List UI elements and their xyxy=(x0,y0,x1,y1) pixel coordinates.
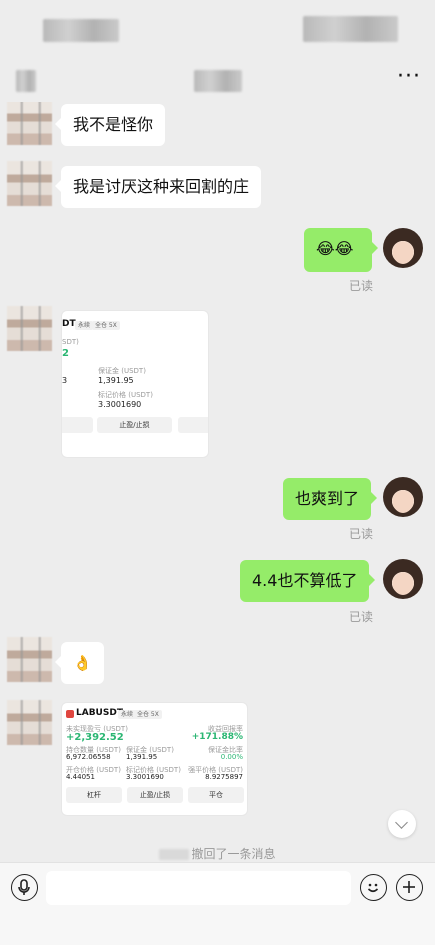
avatar[interactable] xyxy=(7,637,52,682)
avatar[interactable] xyxy=(7,102,52,145)
avatar[interactable] xyxy=(7,700,52,745)
blurred-status-icons xyxy=(303,16,398,42)
message-bubble[interactable]: 我不是怪你 xyxy=(54,104,166,146)
emoji-icon[interactable] xyxy=(360,874,387,901)
avatar[interactable] xyxy=(7,306,52,351)
message-bubble[interactable]: 👌 xyxy=(55,642,104,684)
back-button[interactable] xyxy=(16,70,36,92)
read-receipt: 已读 xyxy=(349,527,374,541)
avatar[interactable] xyxy=(383,228,423,268)
input-bar xyxy=(0,862,435,945)
avatar[interactable] xyxy=(7,161,52,206)
avatar[interactable] xyxy=(383,559,423,599)
chat-title xyxy=(194,70,242,92)
read-receipt: 已读 xyxy=(349,610,374,624)
plus-icon[interactable] xyxy=(396,874,423,901)
status-bar xyxy=(0,0,435,60)
message-list[interactable]: 我不是怪你 我是讨厌这种来回割的庄 😂😂 已读 DT 永续 全仓 5X SDT)… xyxy=(0,102,435,862)
message-bubble[interactable]: 我是讨厌这种来回割的庄 xyxy=(54,166,262,208)
message-input[interactable] xyxy=(46,871,351,905)
more-icon[interactable]: ··· xyxy=(397,66,421,88)
avatar[interactable] xyxy=(383,477,423,517)
system-notice: 撤回了一条消息 xyxy=(0,845,435,862)
message-bubble[interactable]: 😂😂 xyxy=(304,228,378,272)
voice-icon[interactable] xyxy=(11,874,38,901)
message-bubble[interactable]: 4.4也不算低了 xyxy=(240,560,376,602)
exchange-logo-icon xyxy=(66,710,74,718)
read-receipt: 已读 xyxy=(349,279,374,293)
image-message[interactable]: DT 永续 全仓 5X SDT) 2 保证金 (USDT) 3 1,391.95… xyxy=(61,310,209,458)
message-bubble[interactable]: 也爽到了 xyxy=(283,478,378,520)
scroll-down-icon[interactable] xyxy=(388,810,416,838)
blurred-time xyxy=(43,19,119,42)
chat-header: ··· xyxy=(0,60,435,102)
image-message[interactable]: LABUSDT 永续 全仓 5X 未实现盈亏 (USDT) 收益回报率 +2,3… xyxy=(61,702,248,816)
